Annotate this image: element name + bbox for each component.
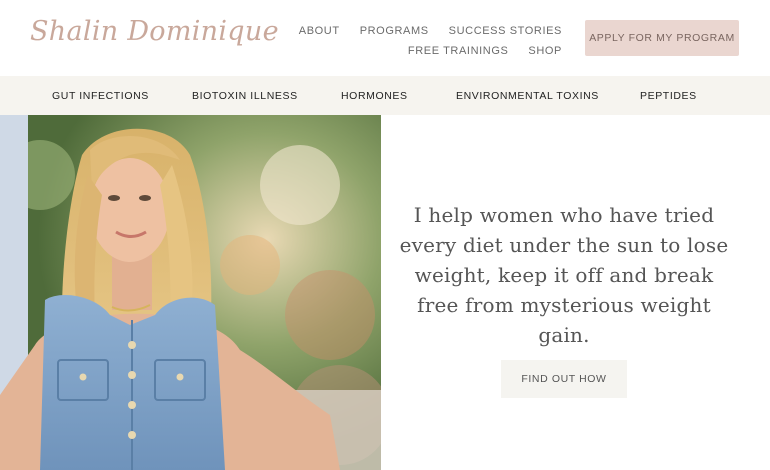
hero-photo-illustration (0, 115, 381, 470)
category-peptides[interactable]: PEPTIDES (640, 90, 697, 102)
top-nav-row-2: FREE TRAININGS SHOP (302, 41, 562, 61)
hero-headline: I help women who have tried every diet u… (399, 203, 729, 347)
category-gut-infections[interactable]: GUT INFECTIONS (52, 90, 149, 102)
hero-photo (0, 115, 381, 470)
nav-link-success-stories[interactable]: SUCCESS STORIES (449, 25, 562, 37)
nav-link-about[interactable]: ABOUT (299, 25, 340, 37)
top-navigation: ABOUT PROGRAMS SUCCESS STORIES FREE TRAI… (299, 21, 562, 61)
nav-link-free-trainings[interactable]: FREE TRAININGS (408, 45, 509, 57)
category-bar: GUT INFECTIONS BIOTOXIN ILLNESS HORMONES… (0, 76, 770, 115)
nav-link-shop[interactable]: SHOP (528, 45, 562, 57)
apply-program-button[interactable]: APPLY FOR MY PROGRAM (585, 20, 739, 56)
category-biotoxin-illness[interactable]: BIOTOXIN ILLNESS (192, 90, 298, 102)
category-hormones[interactable]: HORMONES (341, 90, 408, 102)
nav-link-programs[interactable]: PROGRAMS (360, 25, 429, 37)
top-nav-row-1: ABOUT PROGRAMS SUCCESS STORIES (299, 21, 562, 41)
site-logo[interactable]: Shalin Dominique (30, 16, 279, 47)
find-out-how-button[interactable]: FIND OUT HOW (501, 360, 627, 398)
site-header: Shalin Dominique ABOUT PROGRAMS SUCCESS … (0, 0, 770, 76)
category-environmental-toxins[interactable]: ENVIRONMENTAL TOXINS (456, 90, 599, 102)
